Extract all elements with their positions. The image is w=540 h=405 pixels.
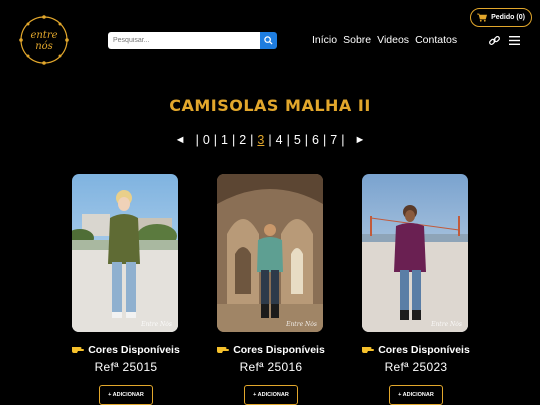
product-card: Entre Nós Cores Disponíveis Refª 25016 +… [217, 174, 325, 405]
brand-logo[interactable]: entre nós [18, 14, 70, 66]
search-bar [108, 32, 277, 49]
product-photo[interactable]: Entre Nós [362, 174, 468, 332]
watermark-logo: Entre Nós [431, 320, 462, 328]
product-reference: Refª 25016 [239, 360, 303, 374]
product-photo[interactable]: Entre Nós [72, 174, 178, 332]
page-separator: | [250, 133, 254, 147]
available-colors-link[interactable]: Cores Disponíveis [346, 344, 486, 356]
pointing-hand-icon [362, 344, 375, 354]
page-separator: | [231, 133, 236, 147]
page-link-7[interactable]: 7 [330, 133, 337, 147]
page-separator: | [304, 133, 309, 147]
nav-sobre[interactable]: Sobre [343, 34, 371, 46]
svg-text:entre: entre [30, 30, 57, 41]
add-to-order-button[interactable]: + ADICIONAR [389, 385, 443, 405]
product-card: Entre Nós Cores Disponíveis Refª 25015 +… [72, 174, 180, 405]
available-colors-link[interactable]: Cores Disponíveis [56, 344, 196, 356]
watermark-logo: Entre Nós [141, 320, 172, 328]
available-colors-link[interactable]: Cores Disponíveis [201, 344, 341, 356]
page-link-2[interactable]: 2 [239, 133, 246, 147]
nav-videos[interactable]: Videos [377, 34, 409, 46]
pointing-hand-icon [72, 344, 85, 354]
product-reference: Refª 25015 [94, 360, 158, 374]
search-icon [264, 36, 273, 45]
page-separator: | [286, 133, 290, 147]
page-title: CAMISOLAS MALHA II [169, 96, 371, 115]
page-link-6[interactable]: 6 [312, 133, 319, 147]
add-to-order-button[interactable]: + ADICIONAR [244, 385, 298, 405]
pagination: ◄ | 0 | 1 | 2 | 3 | 4 | 5 | 6 | 7 | ► [0, 133, 540, 147]
page-link-0[interactable]: 0 [203, 133, 210, 147]
prev-page-icon[interactable]: ◄ [175, 134, 186, 146]
product-reference: Refª 25023 [384, 360, 448, 374]
nav-inicio[interactable]: Início [312, 34, 337, 46]
colors-label: Cores Disponíveis [378, 344, 470, 356]
site-header: entre nós Início Sobre Videos Contatos [0, 0, 540, 80]
add-to-order-button[interactable]: + ADICIONAR [99, 385, 153, 405]
pointing-hand-icon [217, 344, 230, 354]
nav-contatos[interactable]: Contatos [415, 34, 457, 46]
product-photo[interactable]: Entre Nós [217, 174, 323, 332]
page-separator: | [213, 133, 218, 147]
colors-label: Cores Disponíveis [88, 344, 180, 356]
search-input[interactable] [108, 32, 260, 49]
page-separator: | [195, 133, 199, 147]
page-separator: | [322, 133, 327, 147]
svg-text:nós: nós [35, 41, 53, 52]
page-link-1[interactable]: 1 [221, 133, 228, 147]
page-link-5[interactable]: 5 [294, 133, 301, 147]
next-page-icon[interactable]: ► [354, 134, 365, 146]
product-card: Entre Nós Cores Disponíveis Refª 25023 +… [362, 174, 470, 405]
cart-icon [477, 13, 488, 22]
hamburger-menu-icon[interactable] [509, 35, 520, 46]
link-icon[interactable] [488, 34, 501, 47]
page-separator: | [268, 133, 272, 147]
watermark-logo: Entre Nós [286, 320, 317, 328]
cart-button[interactable]: Pedido (0) [470, 8, 532, 27]
main-nav: Início Sobre Videos Contatos [312, 34, 463, 46]
cart-label: Pedido (0) [491, 14, 525, 21]
search-button[interactable] [260, 32, 277, 49]
colors-label: Cores Disponíveis [233, 344, 325, 356]
page-link-4[interactable]: 4 [276, 133, 283, 147]
page-link-3-active[interactable]: 3 [257, 133, 264, 147]
page-separator: | [341, 133, 345, 147]
